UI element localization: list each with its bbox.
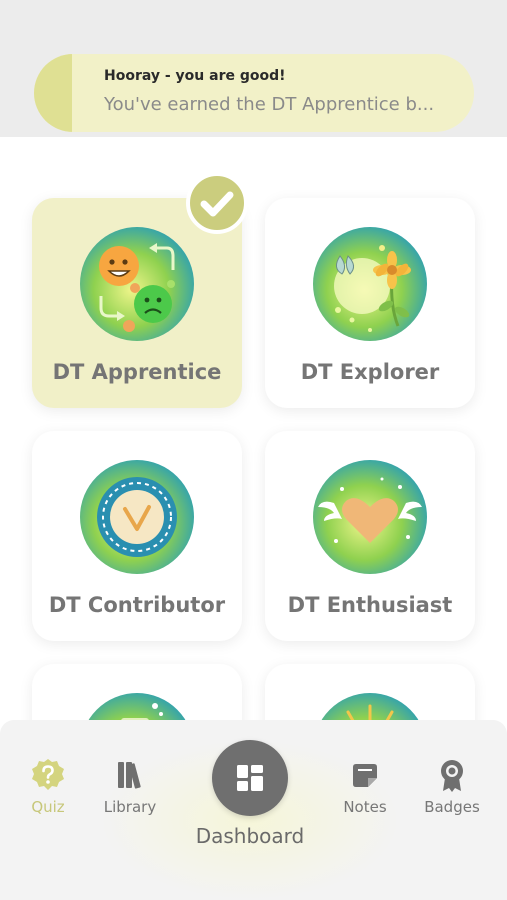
- nav-label-quiz: Quiz: [31, 798, 65, 816]
- winged-heart-icon: [313, 460, 427, 574]
- badge-label: DT Contributor: [48, 593, 226, 617]
- emotions-icon: [80, 227, 194, 341]
- notes-icon: [353, 764, 377, 787]
- checkmark-icon: [200, 191, 234, 217]
- toast-accent-bar: [34, 54, 72, 132]
- achievement-toast[interactable]: Hooray - you are good! You've earned the…: [34, 54, 474, 132]
- nav-label-library: Library: [103, 798, 157, 816]
- checkmark-seal-icon: [80, 460, 194, 574]
- toast-title: Hooray - you are good!: [104, 68, 286, 84]
- nav-item-library[interactable]: Library: [95, 758, 165, 816]
- nav-item-quiz[interactable]: Quiz: [13, 758, 83, 816]
- badge-label: DT Explorer: [300, 360, 440, 384]
- badge-label: DT Apprentice: [52, 360, 222, 384]
- bottom-navigation: Quiz Library Dashboard Notes Badges: [0, 720, 507, 900]
- badge-card-dt-enthusiast[interactable]: DT Enthusiast: [265, 431, 475, 641]
- badge-card-dt-contributor[interactable]: DT Contributor: [32, 431, 242, 641]
- dashboard-icon: [237, 765, 263, 791]
- earned-check-badge: [186, 172, 248, 234]
- nav-label-notes: Notes: [343, 798, 387, 816]
- dashboard-button[interactable]: [212, 740, 288, 816]
- badge-label: DT Enthusiast: [287, 593, 453, 617]
- nav-label-badges: Badges: [424, 798, 480, 816]
- badge-card-dt-explorer[interactable]: DT Explorer: [265, 198, 475, 408]
- question-icon: [32, 759, 64, 790]
- nav-item-badges[interactable]: Badges: [417, 758, 487, 816]
- nature-icon: [313, 227, 427, 341]
- dashboard-label: Dashboard: [195, 824, 305, 848]
- award-icon: [441, 760, 463, 792]
- books-icon: [118, 762, 141, 789]
- toast-message: You've earned the DT Apprentice b...: [104, 94, 435, 115]
- nav-item-notes[interactable]: Notes: [330, 758, 400, 816]
